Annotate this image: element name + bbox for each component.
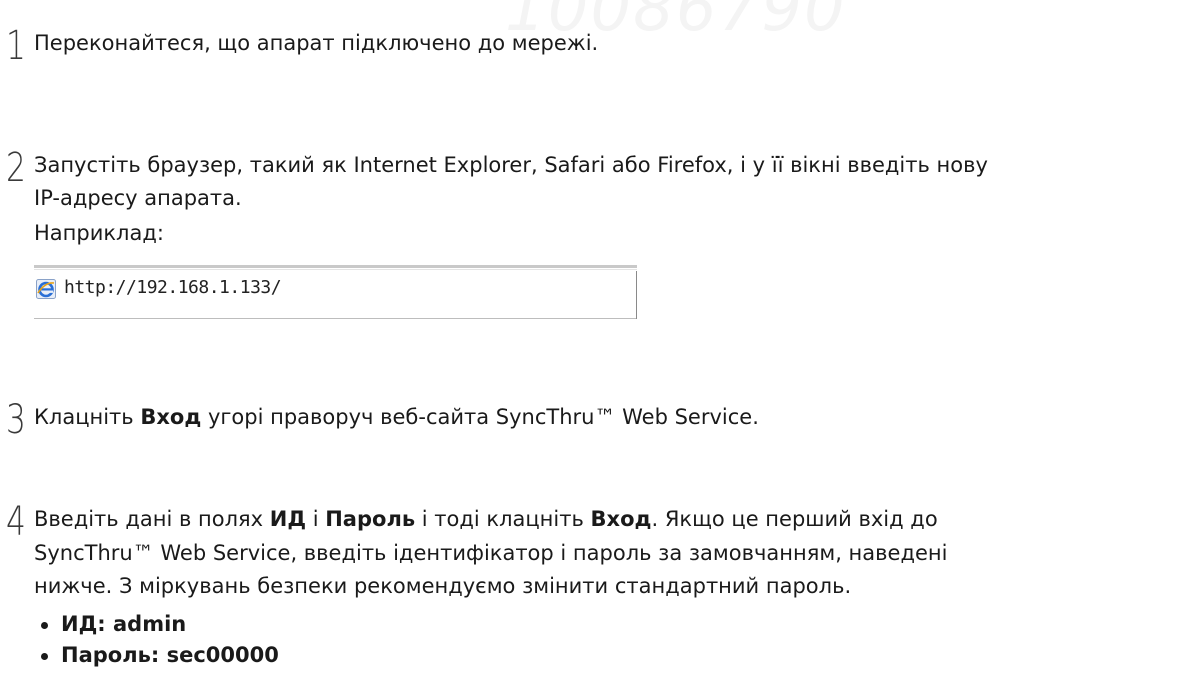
bold-term-login: Вход — [140, 405, 202, 429]
step-text-line-2: IP-адресу апарата. — [34, 186, 242, 210]
bold-term-password: Пароль — [325, 507, 416, 531]
address-bar-example: http://192.168.1.133/ — [34, 265, 637, 319]
list-item-id: ИД: admin — [40, 609, 279, 640]
internet-explorer-icon — [36, 279, 56, 299]
step-text-line-1: Введіть дані в полях ИД і Пароль і тоді … — [34, 507, 938, 531]
step-number: 1 — [6, 23, 26, 69]
step-text: Клацніть Вход угорі праворуч веб-сайта S… — [34, 405, 759, 429]
step-text: Переконайтеся, що апарат підключено до м… — [34, 31, 599, 55]
url-text: http://192.168.1.133/ — [64, 277, 282, 298]
bold-term-id: ИД — [269, 507, 307, 531]
step-number: 4 — [6, 499, 26, 545]
step-number: 2 — [6, 145, 26, 191]
step-text-line-1: Запустіть браузер, такий як Internet Exp… — [34, 153, 988, 177]
example-label: Наприклад: — [34, 221, 164, 245]
list-item-password: Пароль: sec00000 — [40, 640, 279, 671]
default-credentials-list: ИД: admin Пароль: sec00000 — [40, 609, 279, 671]
step-number: 3 — [6, 397, 26, 443]
step-text-line-2: SyncThru™ Web Service, введіть ідентифік… — [34, 541, 948, 565]
step-text-line-3: нижче. З міркувань безпеки рекомендуємо … — [34, 574, 852, 598]
bold-term-login: Вход — [590, 507, 652, 531]
